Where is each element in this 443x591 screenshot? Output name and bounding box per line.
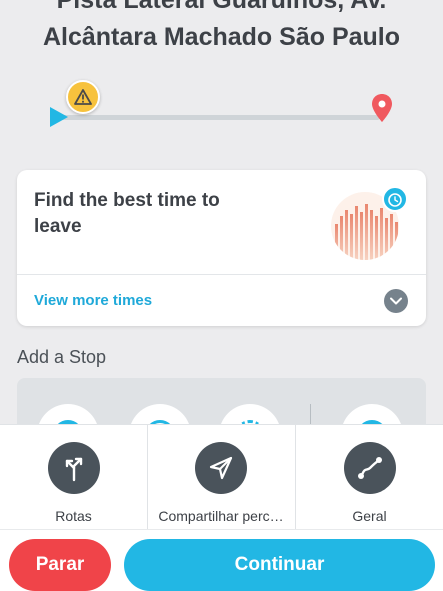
destination-line-1: Pista Lateral Guarulhos, Av. [56, 0, 387, 14]
overview-button[interactable]: Geral [295, 425, 443, 529]
departure-graph [329, 186, 409, 260]
destination-title: Pista Lateral Guarulhos, Av. Alcântara M… [0, 0, 443, 56]
stop-button[interactable]: Parar [9, 539, 111, 591]
route-split-icon [47, 442, 100, 494]
current-position-icon [50, 107, 68, 127]
destination-line-2: Alcântara Machado São Paulo [42, 23, 401, 51]
sheet-divider [0, 529, 443, 530]
chevron-down-icon[interactable] [384, 289, 408, 313]
continue-button[interactable]: Continuar [124, 539, 435, 591]
view-more-times-link[interactable]: View more times [34, 292, 152, 309]
route-progress [50, 78, 400, 138]
share-route-label: Compartilhar perc… [158, 508, 284, 524]
add-stop-title: Add a Stop [17, 347, 107, 367]
send-icon [195, 442, 247, 494]
route-overview-icon [343, 442, 396, 494]
clock-icon [382, 186, 408, 212]
destination-pin-icon [372, 94, 392, 124]
routes-label: Rotas [55, 508, 92, 524]
card-divider [17, 274, 426, 275]
overview-label: Geral [352, 508, 387, 524]
routes-button[interactable]: Rotas [0, 425, 147, 529]
best-time-card[interactable]: Find the best time to leave View more ti… [17, 170, 426, 326]
share-route-button[interactable]: Compartilhar perc… [147, 425, 294, 529]
best-time-title: Find the best time to leave [34, 190, 220, 237]
warning-icon[interactable] [66, 80, 100, 114]
route-track [60, 115, 380, 120]
